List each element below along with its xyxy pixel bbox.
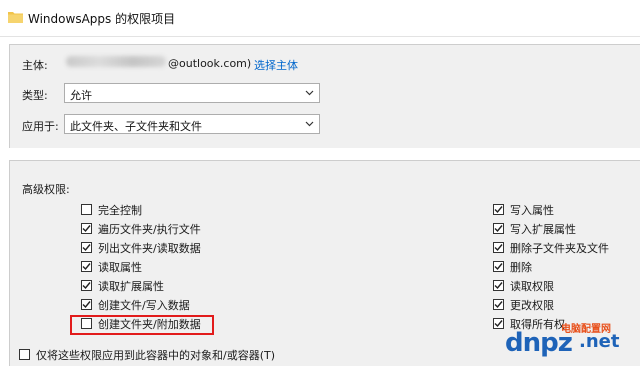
checkmark-icon — [82, 244, 91, 252]
folder-icon — [8, 12, 23, 23]
principal-email: @outlook.com) — [168, 57, 252, 70]
permission-checkbox[interactable] — [493, 280, 504, 291]
permission-label: 写入属性 — [510, 204, 554, 217]
advanced-permissions-heading: 高级权限: — [22, 183, 70, 196]
chevron-down-icon — [305, 90, 314, 96]
permission-checkbox[interactable] — [81, 204, 92, 215]
checkmark-icon — [494, 301, 503, 309]
permission-label: 列出文件夹/读取数据 — [98, 242, 201, 255]
checkmark-icon — [494, 244, 503, 252]
checkmark-icon — [82, 225, 91, 233]
apply-only-checkbox[interactable] — [19, 349, 30, 360]
permission-checkbox[interactable] — [81, 261, 92, 272]
checkmark-icon — [494, 263, 503, 271]
highlight-box — [70, 315, 214, 335]
permission-checkbox[interactable] — [493, 223, 504, 234]
checkmark-icon — [82, 282, 91, 290]
checkmark-icon — [82, 263, 91, 271]
permission-checkbox[interactable] — [81, 223, 92, 234]
permission-checkbox[interactable] — [81, 242, 92, 253]
permission-checkbox[interactable] — [81, 299, 92, 310]
site-watermark: dnpz 电脑配置网 .net — [505, 320, 635, 358]
checkmark-icon — [494, 320, 503, 328]
permission-checkbox[interactable] — [81, 280, 92, 291]
permission-checkbox[interactable] — [493, 242, 504, 253]
applies-to-select-value: 此文件夹、子文件夹和文件 — [70, 120, 202, 133]
permission-label: 读取属性 — [98, 261, 142, 274]
title-bar: WindowsApps 的权限项目 — [0, 0, 640, 37]
window-title: WindowsApps 的权限项目 — [28, 12, 176, 26]
applies-to-label: 应用于: — [22, 120, 59, 133]
type-select-value: 允许 — [70, 89, 92, 102]
permission-label: 创建文件/写入数据 — [98, 299, 190, 312]
permission-checkbox[interactable] — [493, 261, 504, 272]
principal-label: 主体: — [22, 59, 48, 72]
permission-checkbox[interactable] — [493, 204, 504, 215]
chevron-down-icon — [305, 121, 314, 127]
watermark-domain: .net — [579, 331, 620, 352]
permission-label: 删除 — [510, 261, 532, 274]
permission-checkbox[interactable] — [493, 299, 504, 310]
type-select[interactable]: 允许 — [64, 83, 320, 103]
select-principal-link[interactable]: 选择主体 — [254, 57, 298, 73]
applies-to-select[interactable]: 此文件夹、子文件夹和文件 — [64, 114, 320, 134]
checkmark-icon — [494, 225, 503, 233]
permission-label: 读取权限 — [510, 280, 554, 293]
apply-only-label: 仅将这些权限应用到此容器中的对象和/或容器(T) — [36, 349, 276, 362]
permission-checkbox[interactable] — [493, 318, 504, 329]
permission-label: 写入扩展属性 — [510, 223, 576, 236]
principal-name-redacted — [66, 56, 166, 67]
checkmark-icon — [82, 301, 91, 309]
checkmark-icon — [494, 282, 503, 290]
permission-label: 完全控制 — [98, 204, 142, 217]
permission-label: 读取扩展属性 — [98, 280, 164, 293]
permission-label: 更改权限 — [510, 299, 554, 312]
checkmark-icon — [494, 206, 503, 214]
permission-label: 删除子文件夹及文件 — [510, 242, 609, 255]
type-label: 类型: — [22, 89, 48, 102]
permission-label: 遍历文件夹/执行文件 — [98, 223, 201, 236]
